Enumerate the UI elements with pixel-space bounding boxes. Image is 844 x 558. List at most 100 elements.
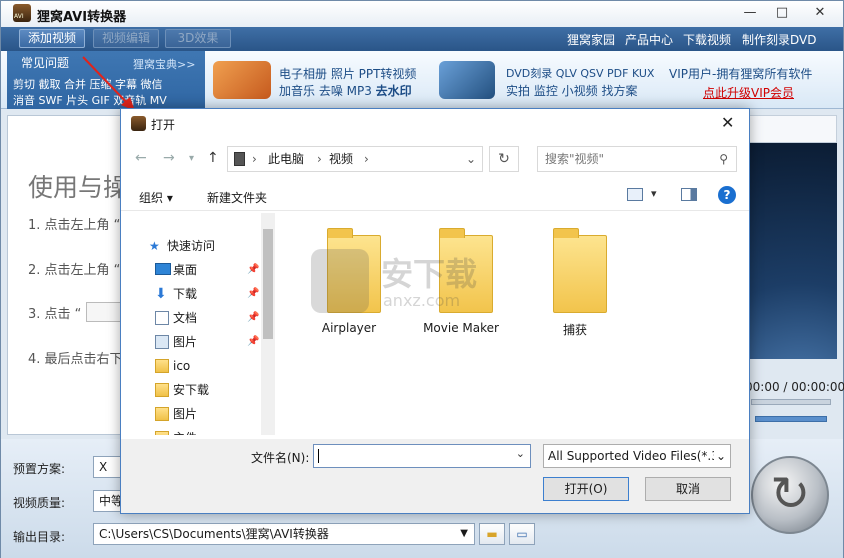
output-dir-label: 输出目录: (13, 530, 66, 544)
vip-text: VIP用户-拥有狸窝所有软件 (669, 67, 813, 81)
file-type-value: All Supported Video Files(*.3 (548, 449, 719, 463)
quality-value: 中等 (99, 494, 121, 508)
chevron-down-icon[interactable]: ⌄ (516, 447, 525, 460)
dialog-title: 打开 (151, 118, 176, 132)
new-folder-button[interactable]: 新建文件夹 (207, 189, 267, 206)
nav-label: 快速访问 (167, 239, 216, 253)
up-arrow-icon[interactable]: ↑ (207, 150, 219, 166)
preview-pane-icon[interactable] (681, 188, 697, 201)
breadcrumb-chevron-icon[interactable]: › (252, 147, 257, 171)
nav-documents[interactable]: 文档 📌 (155, 307, 259, 329)
nav-scroll-thumb[interactable] (263, 229, 273, 339)
link-burn-dvd[interactable]: 制作刻录DVD (742, 31, 816, 48)
chevron-down-icon[interactable]: ⌄ (713, 445, 726, 467)
vip-upgrade-link[interactable]: 点此升级VIP会员 (703, 84, 794, 101)
dialog-command-bar: 组织 ▾ 新建文件夹 ▾ ? (121, 181, 749, 211)
folder-label: Movie Maker (423, 321, 499, 335)
nav-pictures[interactable]: 图片 📌 (155, 331, 259, 353)
link-products[interactable]: 产品中心 (625, 31, 673, 48)
pin-icon[interactable]: 📌 (247, 283, 259, 305)
shield-logo (311, 249, 369, 313)
nav-folder-anxz[interactable]: 安下载 (155, 379, 209, 401)
document-icon (155, 311, 169, 325)
link-home[interactable]: 狸窝家园 (567, 31, 615, 48)
faq-title[interactable]: 常见问题 (21, 54, 69, 71)
folder-icon (155, 431, 169, 435)
promo-watermark-removal: 去水印 (375, 84, 412, 98)
promo-album-line2-text: 加音乐 去噪 MP3 (279, 84, 376, 98)
step-2: 2. 点击左上角 “ (28, 263, 121, 278)
breadcrumb-videos[interactable]: 视频 (329, 147, 353, 171)
add-video-button[interactable]: 添加视频 (19, 29, 85, 48)
address-bar[interactable]: › 此电脑 › 视频 › ⌄ (227, 146, 483, 172)
folder-icon (553, 228, 607, 313)
promo-dvd-line2[interactable]: 实拍 监控 小视频 找方案 (506, 82, 637, 99)
file-list: Airplayer Movie Maker 捕获 (277, 213, 749, 435)
pin-icon[interactable]: 📌 (247, 307, 259, 329)
nav-downloads[interactable]: ⬇ 下载 📌 (155, 283, 259, 305)
nav-folder-pictures[interactable]: 图片 (155, 403, 198, 425)
search-input[interactable]: 搜索"视频" ⚲ (537, 146, 737, 172)
quality-label: 视频质量: (13, 496, 66, 510)
nav-folder-ico[interactable]: ico (155, 355, 190, 377)
main-toolbar: 添加视频 视频编辑 3D效果 狸窝家园 产品中心 下载视频 制作刻录DVD (1, 27, 843, 51)
output-dir-field[interactable]: C:\Users\CS\Documents\狸窝\AVI转换器 ▼ (93, 523, 475, 545)
promo-dvd-line1[interactable]: DVD刻录 QLV QSV PDF KUX (506, 65, 654, 81)
view-mode-icon[interactable] (627, 188, 643, 201)
app-logo (13, 4, 31, 22)
playback-progress[interactable] (751, 399, 831, 405)
usage-title: 使用与操 (28, 173, 129, 202)
preset-label: 预置方案: (13, 462, 66, 476)
help-icon[interactable]: ? (718, 186, 736, 204)
ppt-album-icon[interactable] (213, 61, 271, 99)
nav-label: 下载 (173, 287, 198, 301)
preset-value: X (99, 460, 108, 474)
maximize-button[interactable]: □ (771, 4, 793, 22)
file-type-filter[interactable]: All Supported Video Files(*.3 ⌄ (543, 444, 731, 468)
quality-select[interactable]: 中等 (93, 490, 121, 512)
search-icon[interactable]: ⚲ (719, 147, 728, 171)
open-button[interactable]: 打开(O) (543, 477, 629, 501)
minimize-button[interactable]: — (739, 4, 761, 22)
pin-icon[interactable]: 📌 (247, 331, 259, 353)
nav-desktop[interactable]: 桌面 📌 (155, 259, 259, 281)
back-arrow-icon[interactable]: ← (135, 150, 147, 166)
cancel-button[interactable]: 取消 (645, 477, 731, 501)
edit-video-button[interactable]: 视频编辑 (93, 29, 159, 48)
refresh-icon[interactable]: ↻ (489, 146, 519, 172)
breadcrumb-chevron-icon[interactable]: › (317, 147, 322, 171)
pin-icon[interactable]: 📌 (247, 259, 259, 281)
preset-select[interactable]: X (93, 456, 121, 478)
convert-button[interactable] (751, 456, 829, 534)
dialog-title-bar: 打开 ✕ (121, 109, 749, 139)
open-folder-icon[interactable]: ▭ (509, 523, 535, 545)
dvd-phone-icon[interactable] (439, 61, 495, 99)
promo-album-line2[interactable]: 加音乐 去噪 MP3 去水印 (279, 82, 412, 99)
chevron-down-icon[interactable]: ▼ (460, 524, 468, 544)
close-button[interactable]: ✕ (809, 4, 831, 22)
3d-effect-button[interactable]: 3D效果 (165, 29, 231, 48)
organize-menu[interactable]: 组织 ▾ (139, 189, 173, 206)
folder-icon (155, 359, 169, 373)
promo-album-line1[interactable]: 电子相册 照片 PPT转视频 (279, 65, 416, 82)
nav-quick-access[interactable]: ★ 快速访问 (149, 235, 216, 257)
view-dropdown-icon[interactable]: ▾ (651, 187, 657, 200)
search-placeholder: 搜索"视频" (545, 152, 605, 166)
time-readout: 00:00 / 00:00:00 (745, 380, 844, 394)
breadcrumb-chevron-icon[interactable]: › (364, 147, 369, 171)
breadcrumb-this-pc[interactable]: 此电脑 (268, 147, 304, 171)
address-dropdown-icon[interactable]: ⌄ (466, 147, 476, 171)
nav-folder-main[interactable]: 主件 (155, 427, 197, 435)
nav-label: 图片 (173, 407, 198, 421)
nav-label: 主件 (173, 431, 197, 435)
forward-arrow-icon[interactable]: → (163, 150, 175, 166)
app-title: 狸窝AVI转换器 (37, 10, 127, 25)
browse-folder-icon[interactable]: ▬ (479, 523, 505, 545)
site-watermark: 安下载 anxz.com (311, 249, 551, 319)
dialog-close-icon[interactable]: ✕ (721, 113, 734, 132)
filename-input[interactable]: ⌄ (313, 444, 531, 468)
nav-label: 桌面 (173, 263, 198, 277)
recent-dropdown-icon[interactable]: ▾ (189, 153, 194, 164)
volume-slider[interactable] (755, 416, 827, 422)
link-download-video[interactable]: 下载视频 (683, 31, 731, 48)
